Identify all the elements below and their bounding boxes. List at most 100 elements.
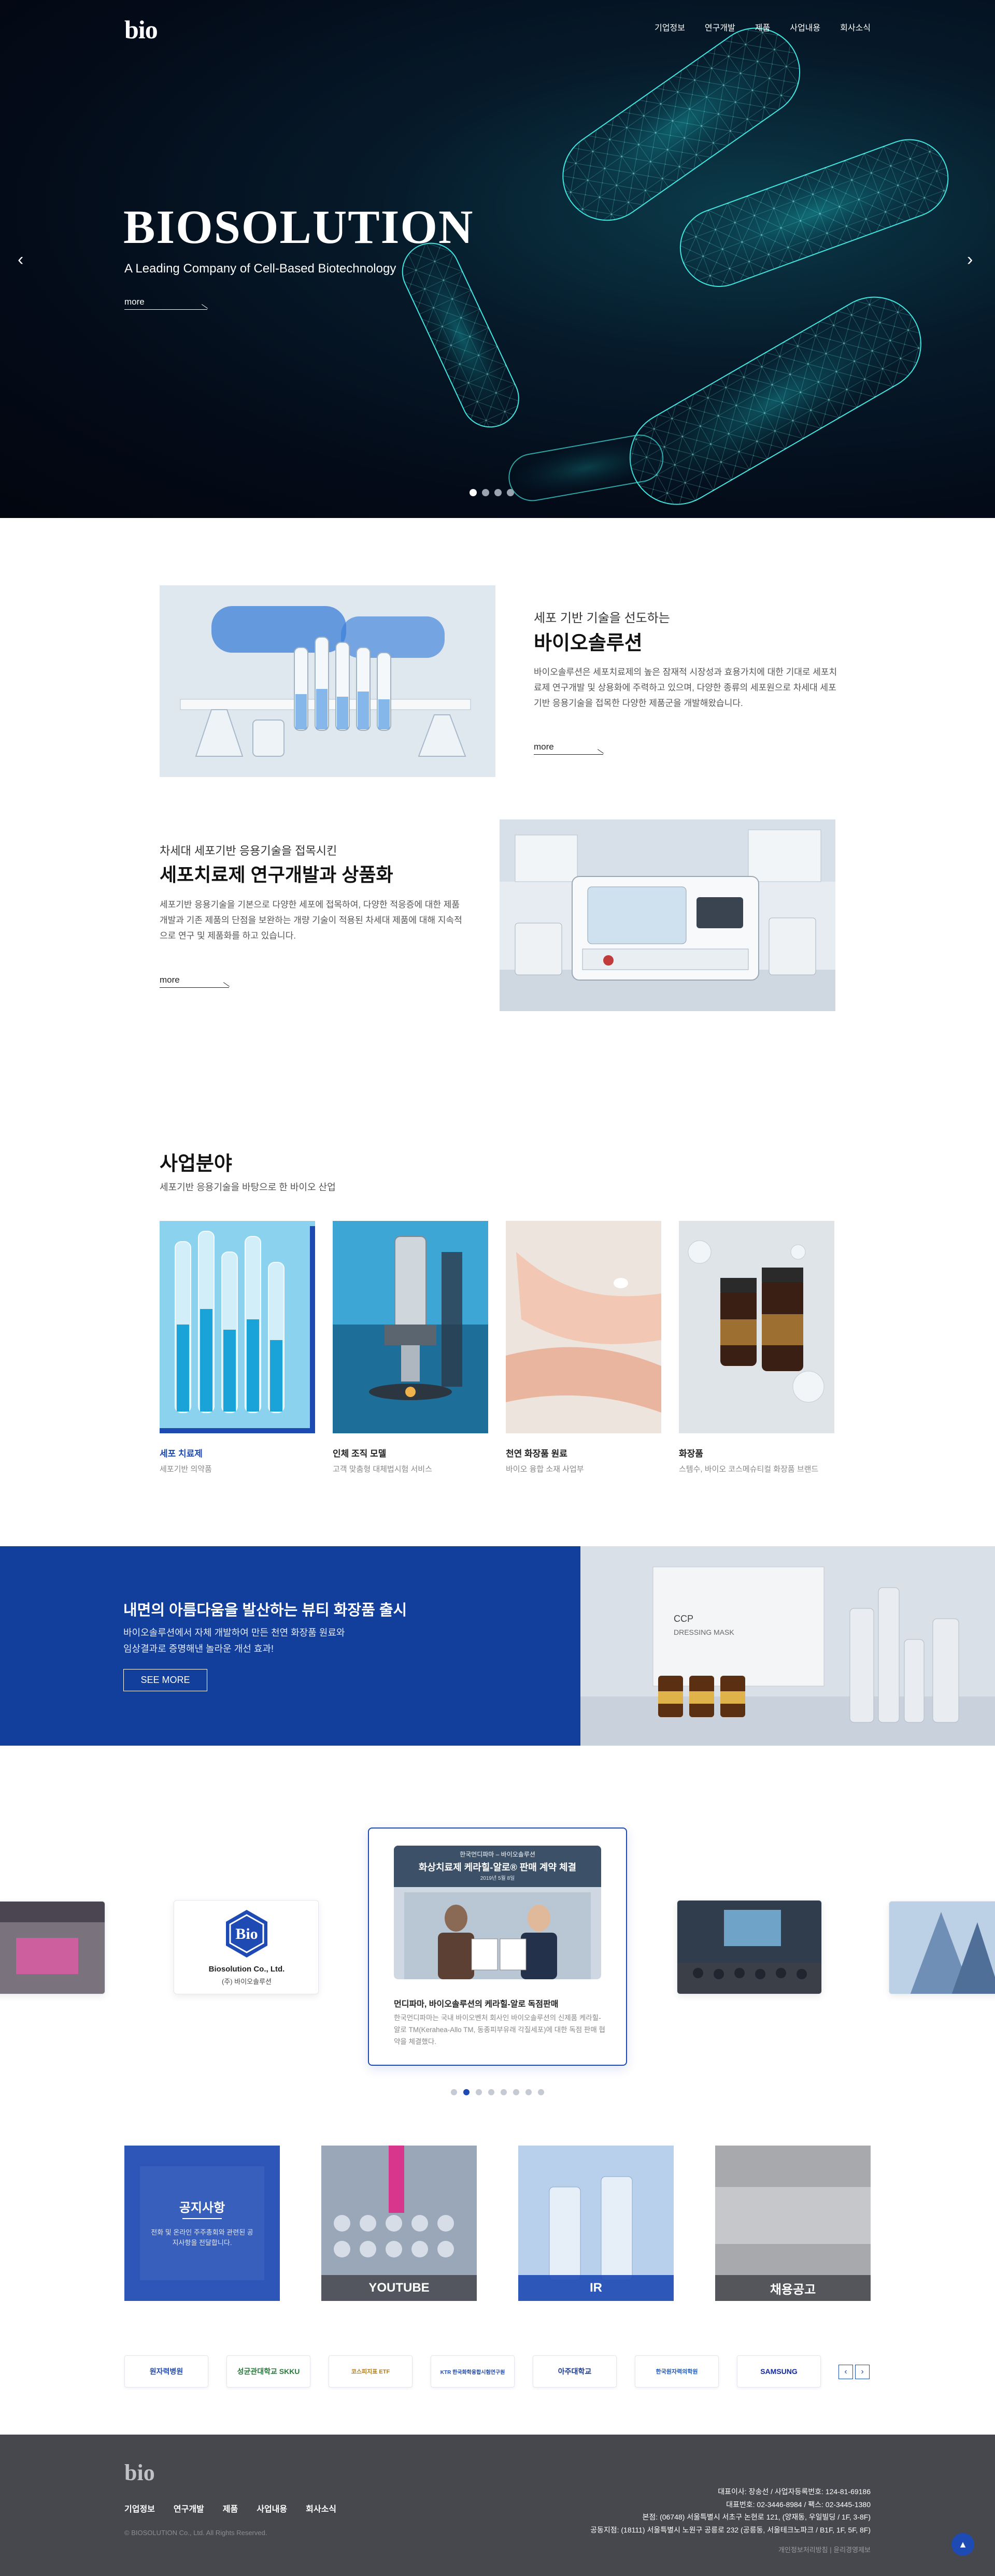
business-name-4: 화장품 xyxy=(679,1449,703,1459)
news-card-seminar[interactable] xyxy=(677,1900,822,1994)
footer-menu-products[interactable]: 제품 xyxy=(223,2502,238,2514)
business-card-natural-cosmetics[interactable]: 천연 화장품 원료 바이오 융합 소재 사업부 xyxy=(506,1221,661,1474)
more-arrow-icon xyxy=(124,309,207,310)
footer-policy-links[interactable]: 개인정보처리방침 | 윤리경영제보 xyxy=(778,2544,871,2554)
business-desc-4: 스템수, 바이오 코스메슈티컬 화장품 브랜드 xyxy=(679,1465,819,1474)
logo-card-brand: Bio xyxy=(235,1925,258,1942)
business-card-tissue-model[interactable]: 인체 조직 모델 고객 맞춤형 대체법시험 서비스 xyxy=(333,1221,488,1474)
news-dot-2[interactable] xyxy=(463,2089,470,2095)
business-image-bottles xyxy=(679,1221,834,1433)
hero-more-link[interactable]: more xyxy=(124,297,208,310)
quick-recruit-label: 채용공고 xyxy=(715,2275,871,2301)
partner-logo-2[interactable]: 성균관대학교 SKKU xyxy=(226,2355,310,2387)
banner-product-image: CCP DRESSING MASK xyxy=(580,1546,995,1746)
partner-logos: 원자력병원 성균관대학교 SKKU 코스피지표 ETF KTR 한국화학융합시험… xyxy=(124,2355,821,2387)
news-dot-4[interactable] xyxy=(488,2089,494,2095)
news-dot-5[interactable] xyxy=(501,2089,507,2095)
intro-1-more-link[interactable]: more xyxy=(534,742,604,755)
intro-2-more-link[interactable]: more xyxy=(160,975,230,988)
banner-desc: 바이오솔루션에서 자체 개발하여 만든 천연 화장품 원료와 임상결과로 증명해… xyxy=(123,1625,345,1657)
partner-logo-3[interactable]: 코스피지표 ETF xyxy=(329,2355,413,2387)
nav-item-products[interactable]: 제품 xyxy=(755,21,770,33)
news-dot-1[interactable] xyxy=(451,2089,457,2095)
partner-nav: ‹ › xyxy=(838,2365,870,2379)
hero-next-button[interactable]: › xyxy=(967,250,973,270)
banner-desc-line-2: 임상결과로 증명해낸 놀라운 개선 효과! xyxy=(123,1643,274,1654)
footer-menu-research[interactable]: 연구개발 xyxy=(174,2502,204,2514)
business-card-cell-therapy[interactable]: 세포 치료제 세포기반 의약품 xyxy=(160,1221,315,1474)
business-image-microscope xyxy=(333,1221,488,1433)
intro-1-subtitle: 세포 기반 기술을 선도하는 xyxy=(534,611,670,625)
partner-logo-1[interactable]: 원자력병원 xyxy=(124,2355,208,2387)
footer-logo[interactable]: bio xyxy=(124,2459,155,2486)
partner-next-button[interactable]: › xyxy=(855,2365,870,2379)
quick-link-recruit[interactable]: 채용공고 xyxy=(715,2146,871,2301)
intro-1-more-label: more xyxy=(534,742,554,752)
business-subtitle: 세포기반 응용기술을 바탕으로 한 바이오 산업 xyxy=(160,1182,336,1192)
news-card-logo[interactable]: Bio Biosolution Co., Ltd. (주) 바이오솔루션 xyxy=(174,1900,319,1994)
nav-item-research[interactable]: 연구개발 xyxy=(705,21,735,33)
partner-logo-6[interactable]: 한국원자력의학원 xyxy=(635,2355,719,2387)
business-image-hands xyxy=(506,1221,661,1433)
hero-slider: bio 기업정보 연구개발 제품 사업내용 회사소식 BIOSOLUTION A… xyxy=(0,0,995,518)
news-featured-title: 먼디파마, 바이오솔루션의 케라힐-알로 독점판매 xyxy=(394,2000,559,2009)
see-more-button[interactable]: SEE MORE xyxy=(123,1669,207,1691)
quick-link-ir[interactable]: IR xyxy=(518,2146,674,2301)
business-title: 사업분야 xyxy=(160,1153,232,1175)
footer-menu-news[interactable]: 회사소식 xyxy=(306,2502,336,2514)
hero-prev-button[interactable]: ‹ xyxy=(18,250,23,270)
footer-copyright: © BIOSOLUTION Co., Ltd. All Rights Reser… xyxy=(124,2529,267,2537)
intro-image-lab-machine xyxy=(500,819,835,1011)
hero-dot-4[interactable] xyxy=(507,489,514,496)
footer: bio 기업정보 연구개발 제품 사업내용 회사소식 © BIOSOLUTION… xyxy=(0,2435,995,2576)
intro-1-title: 바이오솔루션 xyxy=(534,632,643,654)
footer-menu-business[interactable]: 사업내용 xyxy=(257,2502,287,2514)
product-box-sub: DRESSING MASK xyxy=(674,1628,734,1636)
hero-dot-3[interactable] xyxy=(494,489,502,496)
news-card-featured[interactable]: 한국먼디파마 – 바이오솔루션 화상치료제 케라힐-알로® 판매 계약 체결 2… xyxy=(368,1827,627,2066)
news-pagination xyxy=(451,2089,544,2095)
banner-title: 내면의 아름다움을 발산하는 뷰티 화장품 출시 xyxy=(123,1602,407,1619)
business-name-1: 세포 치료제 xyxy=(160,1449,203,1459)
intro-2-desc: 세포기반 응용기술을 기본으로 다양한 세포에 접목하여, 다양한 적응증에 대… xyxy=(160,900,462,941)
footer-info-line-3: 본점: (06748) 서울특별시 서초구 논현로 121, (양재동, 우일빌… xyxy=(642,2513,871,2521)
quick-link-notice[interactable]: 공지사항 전화 및 온라인 주주총회와 관련된 공지사항을 전달합니다. xyxy=(124,2146,280,2301)
news-featured-photo: 한국먼디파마 – 바이오솔루션 화상치료제 케라힐-알로® 판매 계약 체결 2… xyxy=(394,1846,601,1979)
news-dot-8[interactable] xyxy=(538,2089,544,2095)
main-nav: 기업정보 연구개발 제품 사업내용 회사소식 xyxy=(655,21,871,33)
partner-prev-button[interactable]: ‹ xyxy=(838,2365,853,2379)
news-dot-3[interactable] xyxy=(476,2089,482,2095)
logo-card-kr: (주) 바이오솔루션 xyxy=(222,1978,272,1985)
news-featured-desc: 한국먼디파마는 국내 바이오벤처 회사인 바이오솔루션의 신제품 케라힐-알로 … xyxy=(394,2014,605,2046)
news-card-side-right[interactable] xyxy=(889,1901,995,1994)
nav-item-news[interactable]: 회사소식 xyxy=(840,21,871,33)
quick-link-youtube[interactable]: YOUTUBE xyxy=(321,2146,477,2301)
footer-company-info: 대표이사: 장송선 / 사업자등록번호: 124-81-69186 대표번호: … xyxy=(590,2485,871,2536)
intro-2-title: 세포치료제 연구개발과 상품화 xyxy=(160,864,393,885)
partner-logo-5[interactable]: 아주대학교 xyxy=(533,2355,617,2387)
news-card-side-left[interactable] xyxy=(0,1901,105,1994)
hero-pagination xyxy=(470,489,514,496)
scroll-top-button[interactable]: ▲ xyxy=(951,2533,974,2556)
cosmetics-banner: 내면의 아름다움을 발산하는 뷰티 화장품 출시 바이오솔루션에서 자체 개발하… xyxy=(0,1546,995,1746)
footer-menu-company[interactable]: 기업정보 xyxy=(124,2502,155,2514)
hero-dot-2[interactable] xyxy=(482,489,489,496)
footer-menu: 기업정보 연구개발 제품 사업내용 회사소식 xyxy=(124,2502,336,2514)
hero-subtitle: A Leading Company of Cell-Based Biotechn… xyxy=(124,262,396,276)
business-desc-2: 고객 맞춤형 대체법시험 서비스 xyxy=(333,1465,432,1474)
nav-item-business[interactable]: 사업내용 xyxy=(790,21,820,33)
intro-1-desc: 바이오솔루션은 세포치료제의 높은 잠재적 시장성과 효용가치에 대한 기대로 … xyxy=(534,667,837,708)
news-dot-6[interactable] xyxy=(513,2089,519,2095)
business-card-cosmetics[interactable]: 화장품 스템수, 바이오 코스메슈티컬 화장품 브랜드 xyxy=(679,1221,834,1474)
partner-logo-4[interactable]: KTR 한국화학융합시험연구원 xyxy=(431,2355,515,2387)
footer-info-line-1: 대표이사: 장송선 / 사업자등록번호: 124-81-69186 xyxy=(718,2487,871,2496)
product-box-label: CCP xyxy=(674,1614,694,1624)
nav-item-company[interactable]: 기업정보 xyxy=(655,21,685,33)
partner-logo-7[interactable]: SAMSUNG xyxy=(737,2355,821,2387)
business-name-2: 인체 조직 모델 xyxy=(333,1449,387,1459)
hero-dot-1[interactable] xyxy=(470,489,477,496)
business-desc-3: 바이오 융합 소재 사업부 xyxy=(506,1465,584,1474)
news-dot-7[interactable] xyxy=(525,2089,532,2095)
header-logo[interactable]: bio xyxy=(124,15,158,45)
footer-info-line-4: 공동지점: (18111) 서울특별시 노원구 공릉로 232 (공릉동, 서울… xyxy=(590,2525,871,2534)
